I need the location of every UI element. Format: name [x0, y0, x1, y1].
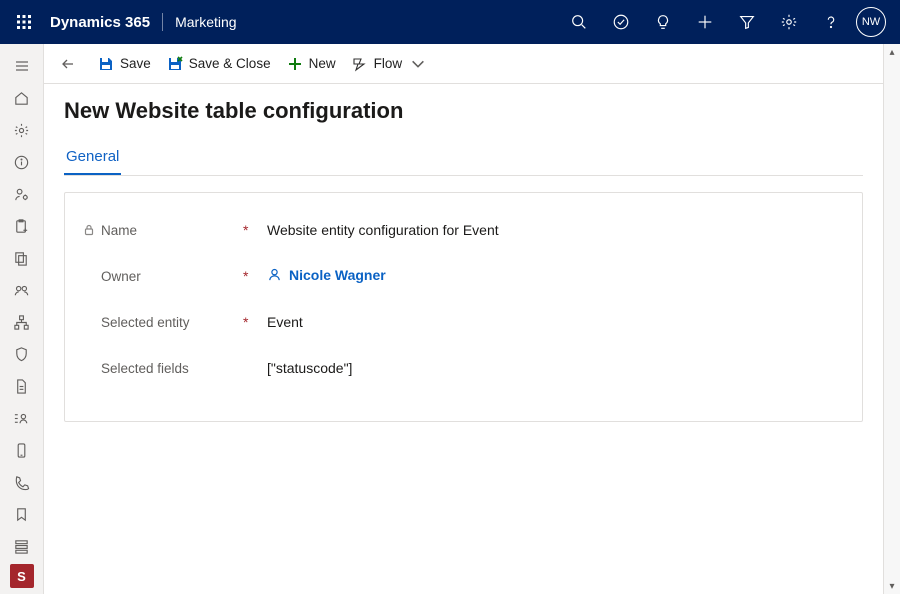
gear-icon	[13, 122, 30, 139]
save-close-button[interactable]: Save & Close	[167, 56, 271, 72]
gear-icon	[780, 13, 798, 31]
flow-label: Flow	[374, 56, 403, 71]
copy-icon	[13, 250, 30, 267]
form-section-general: Name * Website entity configuration for …	[64, 192, 863, 422]
required-indicator: *	[243, 314, 267, 330]
nav-hierarchy[interactable]	[0, 306, 44, 338]
scroll-down-button[interactable]: ▾	[884, 578, 900, 594]
selected-entity-input[interactable]: Event	[267, 314, 844, 330]
document-icon	[13, 378, 30, 395]
selected-fields-input[interactable]: ["statuscode"]	[267, 360, 844, 376]
add-button[interactable]	[686, 0, 724, 44]
nav-call[interactable]	[0, 466, 44, 498]
search-button[interactable]	[560, 0, 598, 44]
nav-document[interactable]	[0, 370, 44, 402]
plus-icon	[696, 13, 714, 31]
shield-icon	[13, 346, 30, 363]
product-name[interactable]: Dynamics 365	[50, 14, 150, 31]
main-content: Save Save & Close New Flow New Website t…	[44, 44, 884, 594]
user-gear-icon	[13, 186, 30, 203]
nav-security[interactable]	[0, 338, 44, 370]
command-bar: Save Save & Close New Flow	[44, 44, 883, 84]
nav-user-settings[interactable]	[0, 178, 44, 210]
area-name[interactable]: Marketing	[175, 14, 236, 30]
hierarchy-icon	[13, 314, 30, 331]
plus-icon	[287, 56, 303, 72]
app-switcher-tile[interactable]: S	[10, 564, 34, 588]
sitemap-toggle[interactable]	[0, 50, 44, 82]
page-title: New Website table configuration	[64, 98, 863, 124]
save-icon	[98, 56, 114, 72]
bookmark-icon	[13, 506, 30, 523]
field-selected-fields: Selected fields ["statuscode"]	[83, 345, 844, 391]
required-indicator: *	[243, 268, 267, 284]
nav-data[interactable]	[0, 530, 44, 562]
lightbulb-icon	[654, 13, 672, 31]
flow-icon	[352, 56, 368, 72]
owner-lookup[interactable]: Nicole Wagner	[267, 267, 386, 283]
database-icon	[13, 538, 30, 555]
person-icon	[267, 267, 282, 282]
save-close-label: Save & Close	[189, 56, 271, 71]
save-close-icon	[167, 56, 183, 72]
name-input[interactable]: Website entity configuration for Event	[267, 222, 844, 238]
selected-entity-label: Selected entity	[101, 315, 190, 330]
global-actions: NW	[560, 0, 892, 44]
user-avatar[interactable]: NW	[856, 7, 886, 37]
new-label: New	[309, 56, 336, 71]
back-arrow-icon	[60, 56, 76, 72]
back-button[interactable]	[54, 50, 82, 78]
call-icon	[13, 474, 30, 491]
nav-team[interactable]	[0, 274, 44, 306]
search-icon	[570, 13, 588, 31]
app-launcher-button[interactable]	[8, 6, 40, 38]
form-tabs: General	[64, 142, 863, 176]
divider	[162, 13, 163, 31]
settings-button[interactable]	[770, 0, 808, 44]
required-indicator: *	[243, 222, 267, 238]
help-button[interactable]	[812, 0, 850, 44]
question-icon	[822, 13, 840, 31]
selected-fields-label: Selected fields	[101, 361, 189, 376]
nav-info[interactable]	[0, 146, 44, 178]
form-content: New Website table configuration General …	[44, 84, 883, 594]
vertical-scrollbar[interactable]: ▴ ▾	[884, 44, 900, 594]
lock-icon	[83, 224, 95, 236]
nav-home[interactable]	[0, 82, 44, 114]
nav-phone[interactable]	[0, 434, 44, 466]
nav-clipboard[interactable]	[0, 210, 44, 242]
save-button[interactable]: Save	[98, 56, 151, 72]
field-owner: Owner * Nicole Wagner	[83, 253, 844, 299]
list-people-icon	[13, 410, 30, 427]
home-icon	[13, 90, 30, 107]
hamburger-icon	[14, 58, 30, 74]
new-button[interactable]: New	[287, 56, 336, 72]
waffle-icon	[16, 14, 32, 30]
field-selected-entity: Selected entity * Event	[83, 299, 844, 345]
task-button[interactable]	[602, 0, 640, 44]
clipboard-icon	[13, 218, 30, 235]
people-icon	[13, 282, 30, 299]
nav-bookmark[interactable]	[0, 498, 44, 530]
global-nav-bar: Dynamics 365 Marketing NW	[0, 0, 900, 44]
insights-button[interactable]	[644, 0, 682, 44]
funnel-icon	[738, 13, 756, 31]
scroll-up-button[interactable]: ▴	[884, 44, 900, 60]
nav-copy[interactable]	[0, 242, 44, 274]
phone-icon	[13, 442, 30, 459]
owner-label: Owner	[101, 269, 141, 284]
nav-contacts-list[interactable]	[0, 402, 44, 434]
chevron-down-icon	[410, 56, 426, 72]
sitemap-rail: S	[0, 44, 44, 594]
info-icon	[13, 154, 30, 171]
field-name: Name * Website entity configuration for …	[83, 207, 844, 253]
name-label: Name	[101, 223, 137, 238]
owner-value: Nicole Wagner	[289, 267, 386, 283]
check-circle-icon	[612, 13, 630, 31]
save-label: Save	[120, 56, 151, 71]
flow-button[interactable]: Flow	[352, 56, 427, 72]
nav-settings[interactable]	[0, 114, 44, 146]
tab-general[interactable]: General	[64, 142, 121, 175]
filter-button[interactable]	[728, 0, 766, 44]
